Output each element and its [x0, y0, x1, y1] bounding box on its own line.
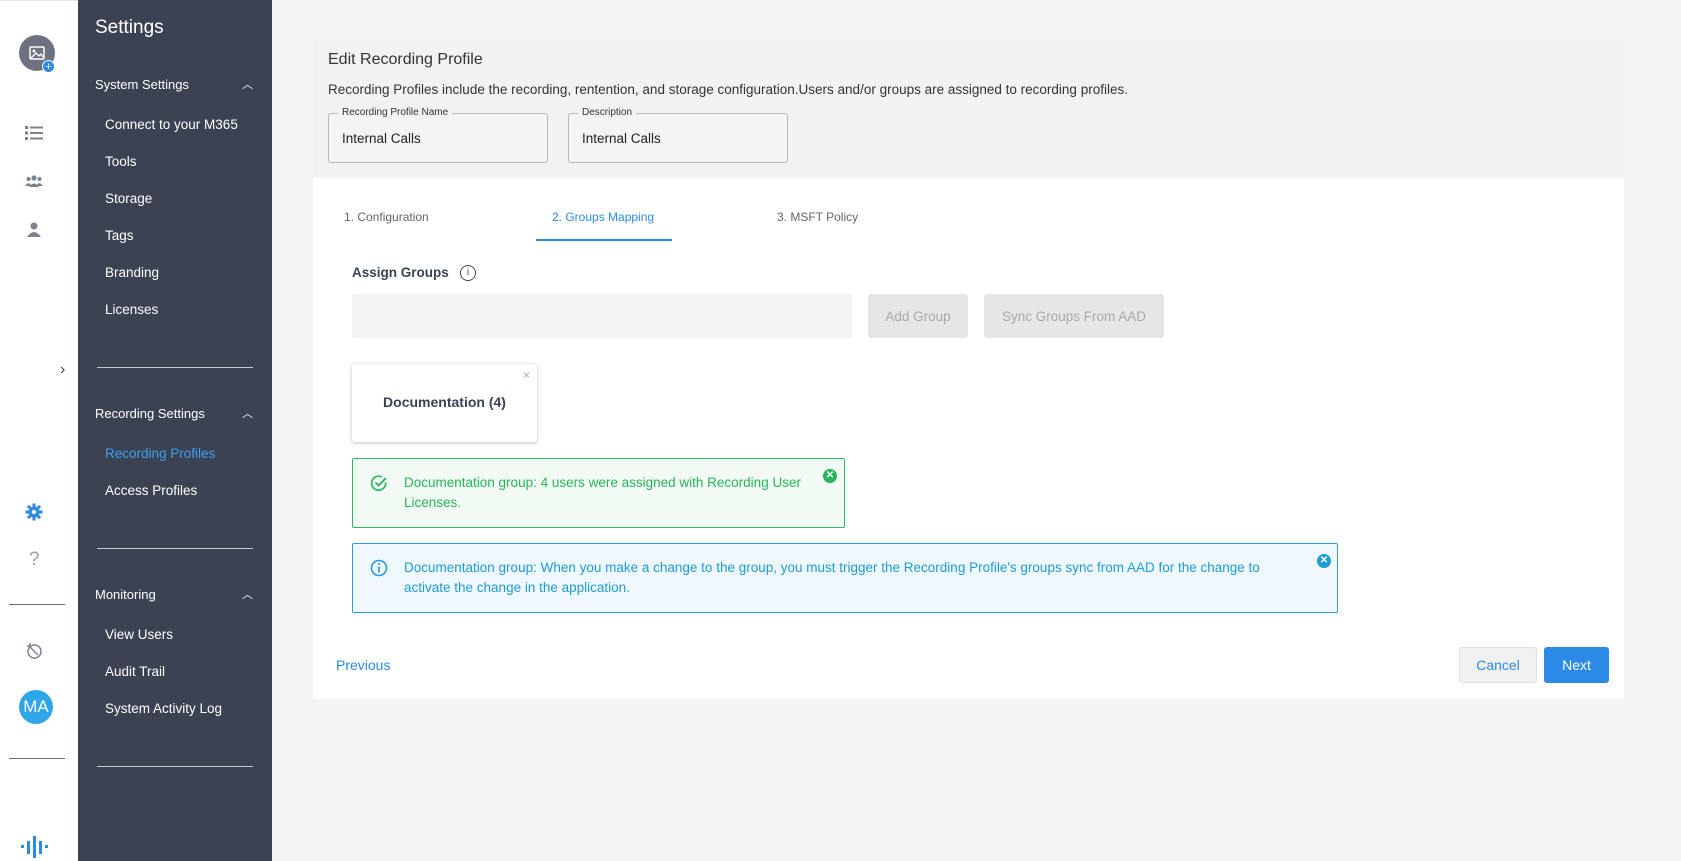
- profile-name-field[interactable]: Recording Profile Name: [328, 107, 548, 163]
- expand-sidebar-icon[interactable]: ›: [60, 361, 65, 379]
- person-icon[interactable]: [22, 217, 46, 241]
- close-icon[interactable]: ×: [523, 368, 530, 382]
- previous-link[interactable]: Previous: [336, 657, 390, 673]
- sidebar-divider: [97, 548, 253, 549]
- group-icon[interactable]: [22, 169, 46, 193]
- chevron-up-icon[interactable]: ︿: [242, 76, 253, 92]
- tab-msft-policy[interactable]: 3. MSFT Policy: [777, 210, 858, 224]
- settings-sidebar: Settings System Settings ︿ Connect to yo…: [78, 0, 272, 861]
- info-alert: Documentation group: When you make a cha…: [352, 543, 1338, 613]
- alert-line: activate the change in the application.: [404, 580, 630, 595]
- section-header-recording-settings[interactable]: Recording Settings ︿: [95, 405, 255, 421]
- info-icon[interactable]: i: [460, 265, 476, 281]
- sync-groups-button[interactable]: Sync Groups From AAD: [984, 294, 1164, 338]
- page-description: Recording Profiles include the recording…: [328, 82, 1128, 97]
- rail-divider: [9, 758, 65, 759]
- close-icon[interactable]: ✕: [1317, 554, 1331, 568]
- sidebar-item-storage[interactable]: Storage: [105, 191, 152, 206]
- section-label: System Settings: [95, 76, 189, 92]
- sidebar-title: Settings: [95, 17, 164, 38]
- sidebar-divider: [97, 766, 253, 767]
- group-chip[interactable]: × Documentation (4): [352, 364, 537, 442]
- success-alert: Documentation group: 4 users were assign…: [352, 458, 845, 528]
- sidebar-item-view-users[interactable]: View Users: [105, 627, 173, 642]
- chevron-up-icon[interactable]: ︿: [242, 405, 253, 421]
- tab-configuration[interactable]: 1. Configuration: [344, 210, 429, 224]
- list-icon[interactable]: [22, 121, 46, 145]
- section-label: Recording Settings: [95, 405, 205, 421]
- description-input[interactable]: [582, 131, 772, 146]
- sidebar-item-tools[interactable]: Tools: [105, 154, 137, 169]
- close-icon[interactable]: ✕: [823, 469, 837, 483]
- description-field[interactable]: Description: [568, 107, 788, 163]
- field-label: Description: [578, 107, 637, 118]
- sidebar-item-tags[interactable]: Tags: [105, 228, 134, 243]
- page-title: Edit Recording Profile: [328, 51, 483, 68]
- alert-line: Documentation group: 4 users were assign…: [404, 475, 801, 490]
- check-circle-icon: [370, 474, 388, 492]
- alert-text: Documentation group: 4 users were assign…: [404, 473, 801, 513]
- sidebar-item-branding[interactable]: Branding: [105, 265, 159, 280]
- logo-icon: [20, 836, 54, 861]
- add-group-button[interactable]: Add Group: [868, 294, 968, 338]
- icon-rail: + › ? MA: [0, 0, 78, 861]
- group-chip-label: Documentation (4): [383, 394, 506, 410]
- alert-line: Documentation group: When you make a cha…: [404, 560, 1260, 575]
- rail-divider: [9, 604, 65, 605]
- user-avatar[interactable]: MA: [19, 690, 53, 724]
- group-search-input[interactable]: [352, 294, 852, 338]
- main-content: Edit Recording Profile Recording Profile…: [272, 0, 1681, 861]
- section-header-monitoring[interactable]: Monitoring ︿: [95, 586, 255, 602]
- sidebar-item-access-profiles[interactable]: Access Profiles: [105, 483, 197, 498]
- info-circle-icon: [370, 559, 388, 577]
- alert-text: Documentation group: When you make a cha…: [404, 558, 1260, 598]
- profile-name-input[interactable]: [342, 131, 532, 146]
- profile-image-icon[interactable]: +: [19, 35, 55, 73]
- sidebar-item-audit-trail[interactable]: Audit Trail: [105, 664, 165, 679]
- next-button[interactable]: Next: [1544, 647, 1609, 683]
- sidebar-item-recording-profiles[interactable]: Recording Profiles: [105, 446, 215, 461]
- alert-line: Licenses.: [404, 495, 462, 510]
- gear-icon[interactable]: [22, 500, 46, 524]
- sidebar-item-connect-m365[interactable]: Connect to your M365: [105, 117, 238, 132]
- help-icon[interactable]: ?: [29, 549, 40, 571]
- sidebar-divider: [97, 367, 253, 368]
- tab-groups-mapping[interactable]: 2. Groups Mapping: [552, 210, 654, 224]
- history-icon[interactable]: [22, 639, 46, 663]
- active-tab-indicator: [536, 239, 672, 241]
- cancel-button[interactable]: Cancel: [1459, 647, 1537, 683]
- section-header-system-settings[interactable]: System Settings ︿: [95, 76, 255, 92]
- add-photo-icon[interactable]: +: [42, 60, 55, 73]
- assign-groups-label: Assign Groups: [352, 265, 449, 280]
- chevron-up-icon[interactable]: ︿: [242, 586, 253, 602]
- section-label: Monitoring: [95, 586, 156, 602]
- sidebar-item-licenses[interactable]: Licenses: [105, 302, 158, 317]
- sidebar-item-system-activity-log[interactable]: System Activity Log: [105, 701, 222, 716]
- field-label: Recording Profile Name: [338, 107, 453, 118]
